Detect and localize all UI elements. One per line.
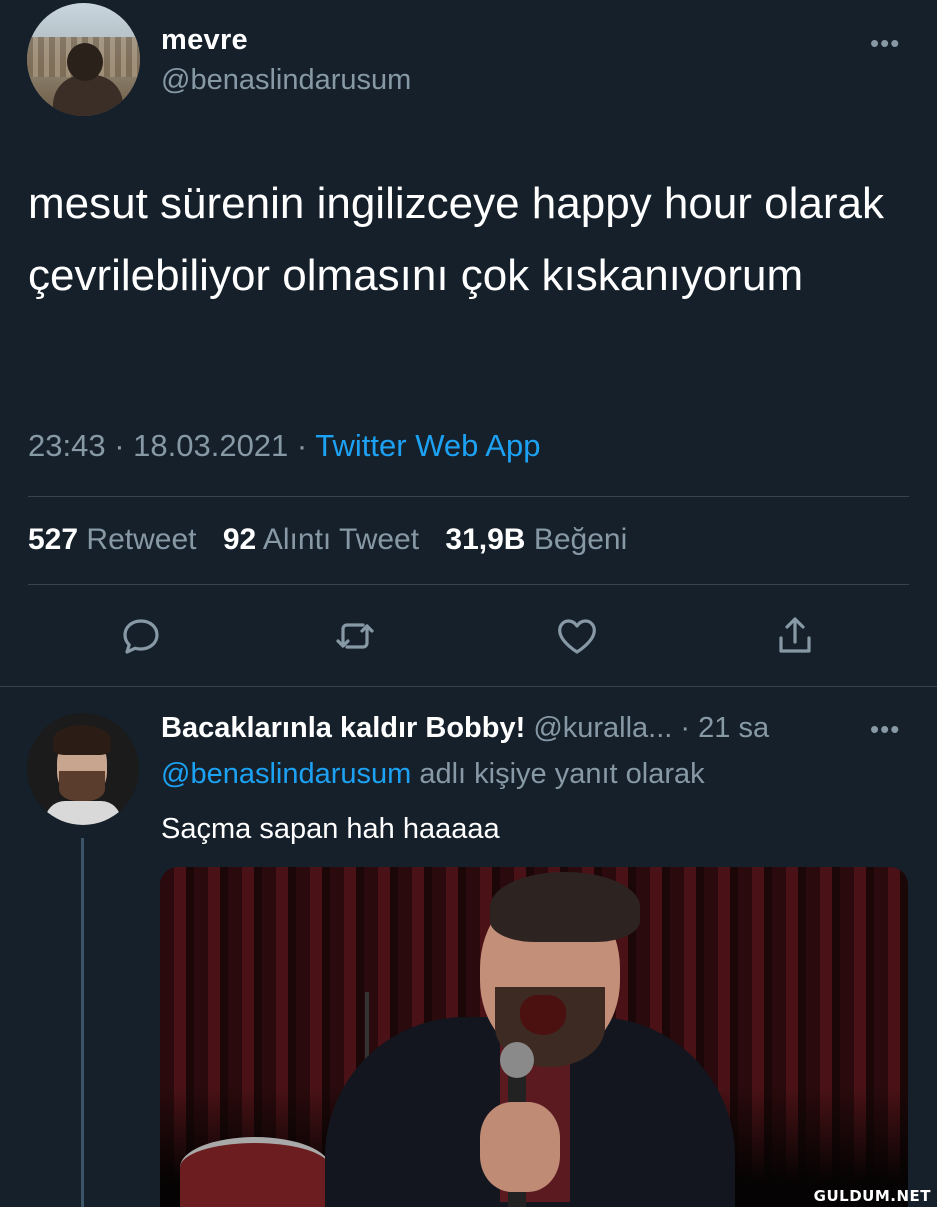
divider	[28, 496, 909, 497]
replying-to-label: adlı kişiye yanıt olarak	[419, 758, 705, 790]
reply-icon[interactable]	[117, 612, 165, 660]
more-options-icon[interactable]: •••	[870, 30, 900, 56]
tweet-date[interactable]: 18.03.2021	[133, 428, 288, 463]
author-handle[interactable]: @benaslindarusum	[161, 64, 411, 97]
tweet-source-link[interactable]: Twitter Web App	[315, 428, 540, 463]
reply-author-handle[interactable]: @kuralla...	[533, 712, 672, 744]
replying-to: @benaslindarusum adlı kişiye yanıt olara…	[161, 758, 705, 791]
tweet-text: mesut sürenin ingilizceye happy hour ola…	[28, 179, 885, 300]
quotes-stat[interactable]: 92 Alıntı Tweet	[223, 523, 419, 556]
meta-separator: ·	[288, 428, 316, 463]
drum-kit	[180, 1137, 330, 1207]
reply-header: Bacaklarınla kaldır Bobby! @kuralla... ·…	[161, 712, 769, 745]
reply-mention-link[interactable]: @benaslindarusum	[161, 758, 411, 790]
thread-line	[81, 838, 84, 1207]
reply-media-image[interactable]	[160, 867, 908, 1207]
microphone	[500, 1042, 534, 1078]
meta-separator: ·	[105, 428, 134, 463]
watermark: GULDUM.NET	[813, 1187, 931, 1205]
author-avatar[interactable]	[27, 3, 140, 116]
reply-author-avatar[interactable]	[27, 713, 139, 825]
likes-stat[interactable]: 31,9B Beğeni	[445, 523, 627, 556]
tweet-metadata: 23:43 · 18.03.2021 · Twitter Web App	[28, 428, 540, 464]
reply-more-options-icon[interactable]: •••	[870, 716, 900, 742]
section-divider	[0, 686, 937, 687]
tweet-time[interactable]: 23:43	[28, 428, 106, 463]
divider	[28, 584, 909, 585]
tweet-detail-page: mevre @benaslindarusum ••• mesut sürenin…	[0, 0, 937, 1207]
author-display-name[interactable]: mevre	[161, 24, 248, 57]
reply-text: Saçma sapan hah haaaaa	[161, 813, 500, 845]
retweets-stat[interactable]: 527 Retweet	[28, 523, 196, 556]
share-icon[interactable]	[771, 612, 819, 660]
reply-author-name[interactable]: Bacaklarınla kaldır Bobby!	[161, 712, 525, 744]
tweet-stats: 527 Retweet 92 Alıntı Tweet 31,9B Beğeni	[28, 523, 645, 557]
like-icon[interactable]	[553, 612, 601, 660]
retweet-icon[interactable]	[331, 612, 379, 660]
reply-timestamp[interactable]: · 21 sa	[680, 712, 769, 744]
